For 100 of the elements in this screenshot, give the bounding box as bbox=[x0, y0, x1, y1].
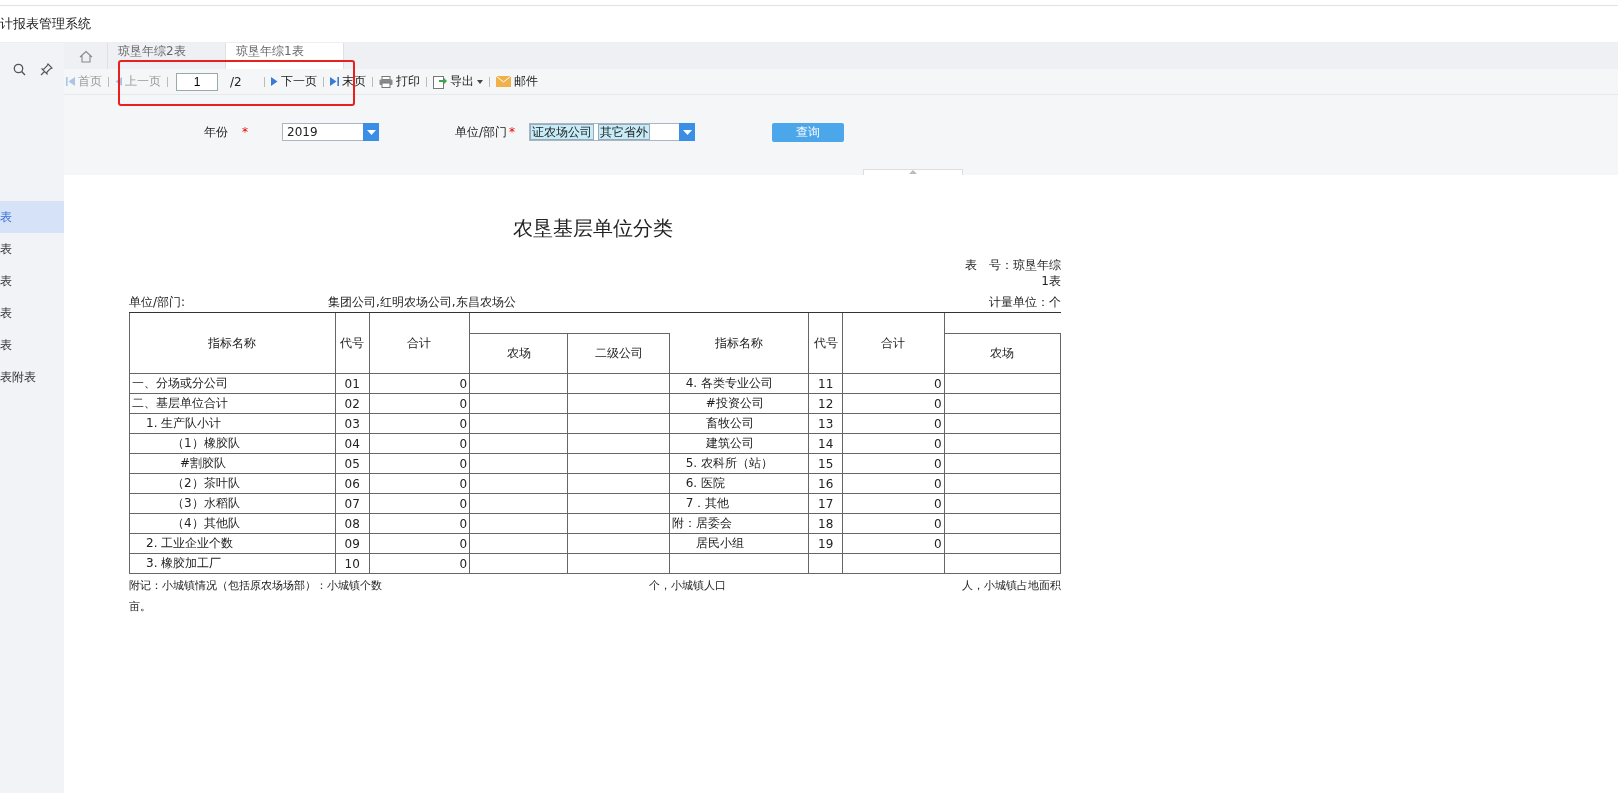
note-text: 人，小城镇占地面积 bbox=[962, 578, 1061, 593]
skip-forward-icon bbox=[329, 76, 339, 87]
table-cell: 15 bbox=[818, 456, 834, 471]
column-header: 指标名称 bbox=[129, 313, 336, 374]
sidebar-item[interactable]: 表附表 bbox=[0, 361, 64, 393]
table-cell-text: 4. 各类专业公司 bbox=[684, 376, 773, 390]
unit-label: 单位/部门 bbox=[455, 123, 508, 141]
table-cell: 0 bbox=[933, 456, 942, 471]
table-cell: 0 bbox=[933, 396, 942, 411]
table-cell: 0 bbox=[933, 496, 942, 511]
page-total: /2 bbox=[230, 74, 242, 89]
pin-icon[interactable] bbox=[40, 63, 53, 76]
table-cell: 11 bbox=[818, 376, 834, 391]
note-text: 附记：小城镇情况（包括原农场场部）：小城镇个数 bbox=[129, 578, 383, 593]
sidebar-item[interactable]: 表 bbox=[0, 201, 64, 233]
table-cell-text: 1. 生产队小计 bbox=[145, 416, 222, 430]
table-cell: 0 bbox=[459, 536, 468, 551]
table-cell: 17 bbox=[818, 496, 834, 511]
table-number: 1表 bbox=[1040, 273, 1061, 289]
skip-back-icon bbox=[66, 76, 75, 87]
triangle-left-icon bbox=[115, 76, 122, 87]
caret-icon bbox=[366, 129, 376, 135]
app-title: 计报表管理系统 bbox=[0, 15, 91, 33]
printer-icon bbox=[378, 75, 393, 88]
table-cell: 0 bbox=[459, 396, 468, 411]
note-text: 亩。 bbox=[129, 600, 151, 613]
column-header: 指标名称 bbox=[669, 313, 809, 374]
table-cell-text: 居民小组 bbox=[694, 536, 744, 550]
column-header: 农场 bbox=[469, 333, 568, 374]
caret-icon bbox=[682, 129, 692, 135]
table-cell-text: 7．其他 bbox=[684, 496, 730, 510]
column-header: 合计 bbox=[842, 313, 945, 374]
table-cell-text: #投资公司 bbox=[704, 396, 764, 410]
table-cell-text: （1）橡胶队 bbox=[171, 436, 240, 450]
table-cell-text: #割胶队 bbox=[179, 456, 227, 470]
search-icon[interactable] bbox=[13, 63, 26, 76]
required-mark: * bbox=[509, 125, 516, 139]
table-cell: 0 bbox=[459, 436, 468, 451]
export-button[interactable]: 导出 bbox=[432, 73, 483, 90]
table-cell-text: 建筑公司 bbox=[704, 436, 754, 450]
sidebar-item[interactable]: 表 bbox=[0, 265, 64, 297]
required-mark: * bbox=[242, 125, 248, 139]
sidebar-item[interactable]: 表 bbox=[0, 297, 64, 329]
table-cell: 16 bbox=[818, 476, 834, 491]
table-cell-text: 3. 橡胶加工厂 bbox=[145, 556, 222, 570]
table-cell: 08 bbox=[344, 516, 360, 531]
sidebar-item[interactable]: 表 bbox=[0, 233, 64, 265]
table-cell: 二、基层单位合计 bbox=[132, 396, 228, 410]
table-cell: 0 bbox=[459, 556, 468, 571]
table-cell-text: （4）其他队 bbox=[171, 516, 240, 530]
sidebar-item[interactable]: 表 bbox=[0, 329, 64, 361]
table-cell: 0 bbox=[459, 476, 468, 491]
home-icon bbox=[78, 49, 93, 63]
table-cell: 19 bbox=[818, 536, 834, 551]
table-cell: 13 bbox=[818, 416, 834, 431]
envelope-icon bbox=[495, 76, 511, 87]
triangle-right-icon bbox=[270, 76, 278, 87]
column-header: 农场 bbox=[944, 333, 1061, 374]
table-cell-text: （2）茶叶队 bbox=[171, 476, 240, 490]
year-label: 年份 bbox=[204, 123, 228, 141]
unit-value: 集团公司,红明农场公司,东昌农场公 bbox=[328, 294, 517, 311]
unit-select[interactable]: 证农场公司 其它省外 bbox=[529, 123, 696, 141]
column-header: 合计 bbox=[369, 313, 470, 374]
table-cell: 0 bbox=[933, 416, 942, 431]
table-cell: 一、分场或分公司 bbox=[132, 376, 228, 390]
table-cell: 0 bbox=[459, 416, 468, 431]
table-cell: 0 bbox=[933, 376, 942, 391]
table-cell: 0 bbox=[933, 476, 942, 491]
caret-icon bbox=[476, 79, 483, 84]
table-cell: 10 bbox=[344, 556, 360, 571]
page-number-field[interactable]: 1 bbox=[176, 72, 218, 91]
table-cell: 0 bbox=[459, 456, 468, 471]
table-cell: 0 bbox=[933, 536, 942, 551]
print-button[interactable]: 打印 bbox=[378, 73, 420, 90]
table-cell-text: （3）水稻队 bbox=[171, 496, 240, 510]
table-cell: 12 bbox=[818, 396, 834, 411]
unit-label: 单位/部门: bbox=[129, 294, 187, 311]
table-cell: 06 bbox=[344, 476, 360, 491]
year-select[interactable]: 2019 bbox=[282, 123, 379, 141]
collapse-handle[interactable] bbox=[863, 169, 963, 175]
column-header: 代号 bbox=[335, 313, 370, 374]
table-cell: 03 bbox=[344, 416, 360, 431]
table-cell: 02 bbox=[344, 396, 360, 411]
table-number: 表 号：琼垦年综 bbox=[964, 257, 1061, 273]
table-cell: 04 bbox=[344, 436, 360, 451]
table-cell-text: 6. 医院 bbox=[684, 476, 725, 490]
table-cell: 0 bbox=[459, 376, 468, 391]
table-cell: 0 bbox=[459, 516, 468, 531]
mail-button[interactable]: 邮件 bbox=[495, 73, 538, 90]
table-cell: 05 bbox=[344, 456, 360, 471]
next-button[interactable]: 下一页 bbox=[270, 73, 317, 90]
column-header: 代号 bbox=[808, 313, 843, 374]
table-cell: 0 bbox=[933, 516, 942, 531]
table-cell: 0 bbox=[933, 436, 942, 451]
table-cell: 09 bbox=[344, 536, 360, 551]
table-cell: 18 bbox=[818, 516, 834, 531]
table-cell: 07 bbox=[344, 496, 360, 511]
tab[interactable]: 琼垦年综1表 bbox=[226, 43, 344, 69]
last-button[interactable]: 末页 bbox=[329, 73, 366, 90]
export-icon bbox=[432, 74, 447, 89]
